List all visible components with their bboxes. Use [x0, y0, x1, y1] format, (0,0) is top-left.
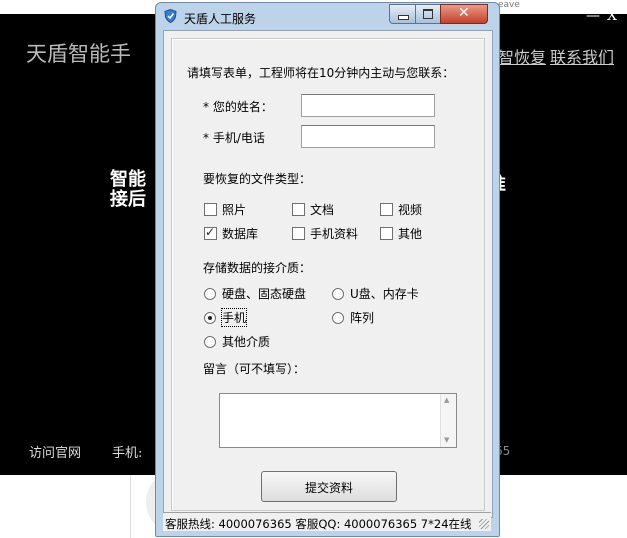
filetype-database-checkbox[interactable]: [204, 225, 217, 240]
submit-button[interactable]: 提交资料: [261, 471, 397, 502]
dialog-title: 天盾人工服务: [184, 12, 257, 26]
minimize-button[interactable]: [389, 4, 416, 24]
filetype-database-label[interactable]: 数据库: [222, 225, 258, 242]
form-panel: 请填写表单，工程师将在10分钟内主动与您联系： * 您的姓名： * 手机/电话 …: [171, 38, 485, 511]
background-recover-link[interactable]: 智恢复: [498, 44, 546, 68]
phone-input[interactable]: [301, 125, 435, 148]
filetype-video-checkbox[interactable]: [380, 203, 393, 216]
status-bar: 客服热线: 4000076365 客服QQ: 4000076365 7*24在线: [163, 512, 491, 531]
background-headline-line2: 接后: [110, 189, 146, 210]
filetype-document-checkbox[interactable]: [292, 203, 305, 216]
background-official-site-link[interactable]: 访问官网: [29, 442, 81, 461]
resize-grip-icon[interactable]: [479, 519, 489, 529]
filetype-photo-checkbox[interactable]: [204, 203, 217, 216]
submit-button-label: 提交资料: [304, 481, 353, 495]
shield-icon: [164, 9, 177, 23]
media-raid-radio[interactable]: [332, 312, 344, 324]
name-label: * 您的姓名：: [203, 100, 273, 114]
minimize-icon: [398, 15, 409, 20]
media-usb-label[interactable]: U盘、内存卡: [350, 285, 419, 302]
scroll-up-arrow-icon[interactable]: ▲: [444, 396, 449, 404]
filetype-other-label[interactable]: 其他: [398, 225, 422, 242]
service-dialog: 天盾人工服务 ✕ 请填写表单，工程师将在10分钟内主动与您联系： * 您的姓名：…: [155, 2, 500, 537]
message-label: 留言（可不填写）：: [203, 362, 306, 376]
close-icon: ✕: [458, 5, 470, 21]
filetype-phone-data-checkbox[interactable]: [292, 227, 305, 240]
form-instruction: 请填写表单，工程师将在10分钟内主动与您联系：: [187, 66, 455, 80]
background-headline: 智能 接后: [110, 170, 146, 210]
background-phone-label: 手机:: [112, 446, 143, 461]
dialog-client-area: 请填写表单，工程师将在10分钟内主动与您联系： * 您的姓名： * 手机/电话 …: [163, 30, 493, 518]
background-app-title: 天盾智能手: [26, 42, 131, 66]
maximize-button[interactable]: [415, 4, 441, 24]
media-phone-label[interactable]: 手机: [220, 308, 248, 327]
scroll-down-arrow-icon[interactable]: ▼: [444, 436, 449, 444]
media-phone-radio[interactable]: [204, 312, 216, 324]
phone-label: * 手机/电话: [203, 131, 265, 145]
filetype-photo-label[interactable]: 照片: [222, 201, 246, 218]
background-top-text: eave: [498, 0, 520, 10]
name-input[interactable]: [301, 94, 435, 117]
close-button[interactable]: ✕: [440, 4, 488, 24]
media-harddisk-radio[interactable]: [204, 288, 216, 300]
media-other-radio[interactable]: [204, 336, 216, 348]
background-strip-divider: [130, 475, 131, 538]
filetype-other-checkbox[interactable]: [380, 227, 393, 240]
background-contact-link[interactable]: 联系我们: [550, 44, 614, 68]
media-usb-radio[interactable]: [332, 288, 344, 300]
status-text: 客服热线: 4000076365 客服QQ: 4000076365 7*24在线: [165, 517, 472, 531]
filetype-phone-data-label[interactable]: 手机资料: [310, 225, 358, 242]
background-minimize-button[interactable]: —: [586, 8, 600, 24]
filetype-document-label[interactable]: 文档: [310, 201, 334, 218]
message-textarea[interactable]: ▲ ▼: [219, 393, 457, 448]
media-raid-label[interactable]: 阵列: [350, 309, 374, 326]
message-scrollbar[interactable]: ▲ ▼: [440, 394, 456, 447]
filetype-heading: 要恢复的文件类型：: [203, 172, 312, 186]
background-close-button[interactable]: X: [607, 8, 617, 24]
filetype-video-label[interactable]: 视频: [398, 201, 422, 218]
maximize-icon: [423, 9, 433, 19]
media-heading: 存储数据的接介质：: [203, 261, 312, 275]
background-headline-line1: 智能: [110, 169, 146, 190]
media-harddisk-label[interactable]: 硬盘、固态硬盘: [222, 285, 306, 302]
media-other-label[interactable]: 其他介质: [222, 333, 270, 350]
